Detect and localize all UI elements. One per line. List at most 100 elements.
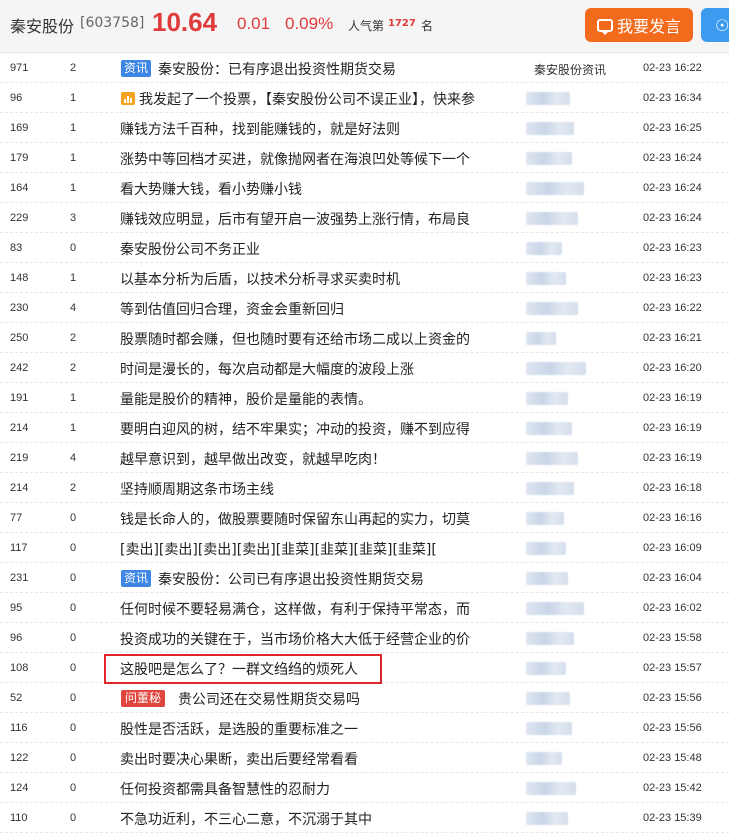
stock-price: 10.64 [152, 7, 218, 37]
read-count: 110 [10, 812, 28, 824]
author-name-blurred [526, 632, 574, 645]
author-name[interactable]: 秦安股份资讯 [534, 61, 606, 78]
author-name-blurred [526, 452, 578, 465]
post-time: 02-23 16:34 [643, 92, 702, 104]
post-button[interactable]: 我要发言 [585, 8, 693, 42]
post-title-link[interactable]: 我发起了一个投票，【秦安股份公司不误正业】，快来参 [139, 89, 475, 109]
reply-count: 2 [70, 362, 77, 374]
post-title-link[interactable]: 贵公司还在交易性期货交易吗 [178, 689, 360, 709]
post-title-link[interactable]: 这股吧是怎么了？一群文绉绉的烦死人 [120, 659, 358, 679]
post-row[interactable]: 250 2 股票随时都会赚，但也随时要有还给市场二成以上资金的 02-23 16:21 [0, 323, 729, 353]
post-row[interactable]: 971 2 资讯 秦安股份：已有序退出投资性期货交易 秦安股份资讯 02-23 16:22 [0, 53, 729, 83]
reply-count: 0 [70, 812, 77, 824]
post-title-link[interactable]: 秦安股份公司不务正业 [120, 239, 260, 259]
author-name-blurred [526, 512, 564, 525]
post-title-link[interactable]: 任何投资都需具备智慧性的忍耐力 [120, 779, 330, 799]
post-time: 02-23 15:42 [643, 782, 702, 794]
post-row[interactable]: 77 0 钱是长命人的，做股票要随时保留东山再起的实力，切莫 02-23 16:16 [0, 503, 729, 533]
post-title-link[interactable]: 要明白迎风的树，结不牢果实；冲动的投资，赚不到应得 [120, 419, 470, 439]
post-row[interactable]: 83 0 秦安股份公司不务正业 02-23 16:23 [0, 233, 729, 263]
post-title-link[interactable]: 看大势赚大钱，看小势赚小钱 [120, 179, 302, 199]
post-row[interactable]: 229 3 赚钱效应明显，后市有望开启一波强势上涨行情，布局良 02-23 16:24 [0, 203, 729, 233]
reply-count: 1 [70, 272, 77, 284]
reply-count: 0 [70, 692, 77, 704]
reply-count: 1 [70, 122, 77, 134]
reply-count: 0 [70, 782, 77, 794]
post-row[interactable]: 95 0 任何时候不要轻易满仓，这样做，有利于保持平常态，而 02-23 16:02 [0, 593, 729, 623]
post-time: 02-23 16:19 [643, 392, 702, 404]
post-title-link[interactable]: 赚钱方法千百种，找到能赚钱的，就是好法则 [120, 119, 400, 139]
post-time: 02-23 16:21 [643, 332, 702, 344]
post-button-label: 我要发言 [616, 17, 681, 36]
post-row[interactable]: 117 0 [卖出][卖出][卖出][卖出][韭菜][韭菜][韭菜][韭菜][02-… [0, 533, 729, 563]
post-title-link[interactable]: 任何时候不要轻易满仓，这样做，有利于保持平常态，而 [120, 599, 470, 619]
post-title-link[interactable]: 秦安股份：已有序退出投资性期货交易 [158, 59, 396, 79]
read-count: 219 [10, 452, 29, 464]
price-change-percent: 0.09% [285, 14, 334, 33]
reply-count: 3 [70, 212, 77, 224]
post-row[interactable]: 191 1 量能是股价的精神，股价是量能的表情。 02-23 16:19 [0, 383, 729, 413]
post-title-link[interactable]: 卖出时要决心果断，卖出后要经常看看 [120, 749, 358, 769]
tip-button[interactable]: ☉ [701, 8, 729, 42]
reply-count: 2 [70, 482, 77, 494]
post-row[interactable]: 231 0 资讯 秦安股份：公司已有序退出投资性期货交易 02-23 16:04 [0, 563, 729, 593]
post-time: 02-23 16:19 [643, 452, 702, 464]
post-title-link[interactable]: 钱是长命人的，做股票要随时保留东山再起的实力，切莫 [120, 509, 470, 529]
stock-header: 秦安股份 [603758] 10.64 0.01 0.09% 人气第 1727 … [0, 0, 729, 53]
post-title-link[interactable]: [卖出][卖出][卖出][卖出][韭菜][韭菜][韭菜][韭菜][ [120, 539, 437, 559]
post-title-link[interactable]: 等到估值回归合理，资金会重新回归 [120, 299, 344, 319]
author-name-blurred [526, 392, 568, 405]
post-row[interactable]: 148 1 以基本分析为后盾，以技术分析寻求买卖时机 02-23 16:23 [0, 263, 729, 293]
post-time: 02-23 16:22 [643, 302, 702, 314]
reply-count: 0 [70, 722, 77, 734]
post-title-link[interactable]: 以基本分析为后盾，以技术分析寻求买卖时机 [120, 269, 400, 289]
post-row[interactable]: 124 0 任何投资都需具备智慧性的忍耐力 02-23 15:42 [0, 773, 729, 803]
post-row[interactable]: 164 1 看大势赚大钱，看小势赚小钱 02-23 16:24 [0, 173, 729, 203]
post-row[interactable]: 122 0 卖出时要决心果断，卖出后要经常看看 02-23 15:48 [0, 743, 729, 773]
read-count: 229 [10, 212, 29, 224]
author-name-blurred [526, 332, 556, 345]
post-title-link[interactable]: 时间是漫长的，每次启动都是大幅度的波段上涨 [120, 359, 414, 379]
post-row[interactable]: 110 0 不急功近利，不三心二意，不沉溺于其中 02-23 15:39 [0, 803, 729, 833]
post-title-link[interactable]: 股性是否活跃，是选股的重要标准之一 [120, 719, 358, 739]
post-row[interactable]: 230 4 等到估值回归合理，资金会重新回归 02-23 16:22 [0, 293, 729, 323]
author-name-blurred [526, 482, 574, 495]
post-row[interactable]: 169 1 赚钱方法千百种，找到能赚钱的，就是好法则 02-23 16:25 [0, 113, 729, 143]
reply-count: 0 [70, 752, 77, 764]
post-title-link[interactable]: 坚持顺周期这条市场主线 [120, 479, 274, 499]
post-time: 02-23 16:23 [643, 272, 702, 284]
post-time: 02-23 16:18 [643, 482, 702, 494]
stock-name[interactable]: 秦安股份 [10, 13, 74, 37]
read-count: 169 [10, 122, 29, 134]
post-title-link[interactable]: 秦安股份：公司已有序退出投资性期货交易 [158, 569, 424, 589]
author-name-blurred [526, 602, 584, 615]
read-count: 96 [10, 92, 23, 104]
post-list: 971 2 资讯 秦安股份：已有序退出投资性期货交易 秦安股份资讯 02-23 16:22… [0, 53, 729, 833]
post-row[interactable]: 96 1 我发起了一个投票，【秦安股份公司不误正业】，快来参 02-23 16:34 [0, 83, 729, 113]
read-count: 191 [10, 392, 29, 404]
post-row[interactable]: 179 1 涨势中等回档才买进，就像抛网者在海浪凹处等候下一个 02-23 16:24 [0, 143, 729, 173]
post-row[interactable]: 96 0 投资成功的关键在于，当市场价格大大低于经营企业的价 02-23 15:58 [0, 623, 729, 653]
post-time: 02-23 16:20 [643, 362, 702, 374]
post-title-link[interactable]: 投资成功的关键在于，当市场价格大大低于经营企业的价 [120, 629, 470, 649]
post-title-link[interactable]: 赚钱效应明显，后市有望开启一波强势上涨行情，布局良 [120, 209, 470, 229]
author-name-blurred [526, 782, 576, 795]
post-time: 02-23 16:24 [643, 152, 702, 164]
post-title-link[interactable]: 越早意识到，越早做出改变，就越早吃肉！ [120, 449, 386, 469]
post-row[interactable]: 219 4 越早意识到，越早做出改变，就越早吃肉！ 02-23 16:19 [0, 443, 729, 473]
post-row[interactable]: 116 0 股性是否活跃，是选股的重要标准之一 02-23 15:56 [0, 713, 729, 743]
post-row[interactable]: 214 2 坚持顺周期这条市场主线 02-23 16:18 [0, 473, 729, 503]
post-time: 02-23 15:39 [643, 812, 702, 824]
post-row[interactable]: 214 1 要明白迎风的树，结不牢果实；冲动的投资，赚不到应得 02-23 16:19 [0, 413, 729, 443]
price-change: 0.01 [237, 14, 271, 33]
post-row[interactable]: 108 0 这股吧是怎么了？一群文绉绉的烦死人 02-23 15:57 [0, 653, 729, 683]
post-title-link[interactable]: 不急功近利，不三心二意，不沉溺于其中 [120, 809, 372, 829]
post-row[interactable]: 52 0 问董秘 贵公司还在交易性期货交易吗 02-23 15:56 [0, 683, 729, 713]
read-count: 242 [10, 362, 29, 374]
post-row[interactable]: 242 2 时间是漫长的，每次启动都是大幅度的波段上涨 02-23 16:20 [0, 353, 729, 383]
post-title-link[interactable]: 股票随时都会赚，但也随时要有还给市场二成以上资金的 [120, 329, 470, 349]
post-title-link[interactable]: 涨势中等回档才买进，就像抛网者在海浪凹处等候下一个 [120, 149, 470, 169]
read-count: 124 [10, 782, 29, 794]
post-title-link[interactable]: 量能是股价的精神，股价是量能的表情。 [120, 389, 372, 409]
post-time: 02-23 16:24 [643, 212, 702, 224]
